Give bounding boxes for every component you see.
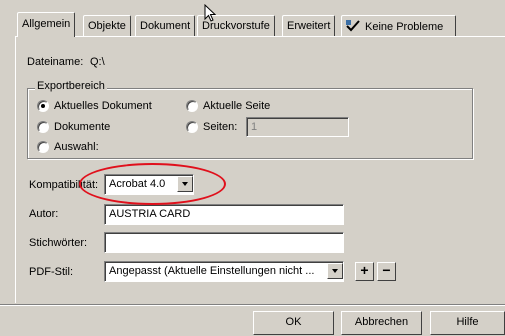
pdf-stil-value: Angepasst (Aktuelle Einstellungen nicht …	[109, 265, 315, 277]
exportbereich-title: Exportbereich	[35, 80, 107, 92]
mouse-pointer-icon	[204, 4, 216, 22]
ok-button[interactable]: OK	[253, 311, 334, 335]
button-bar-separator	[0, 304, 505, 306]
dateiname-label: Dateiname:	[27, 56, 84, 68]
add-pdf-style-button[interactable]: +	[355, 262, 374, 281]
seiten-input[interactable]: 1	[246, 117, 349, 137]
chevron-down-icon[interactable]	[177, 176, 193, 192]
dateiname-value: Q:\	[90, 56, 105, 68]
pdf-stil-select[interactable]: Angepasst (Aktuelle Einstellungen nicht …	[104, 261, 344, 282]
cancel-button[interactable]: Abbrechen	[341, 311, 422, 335]
remove-pdf-style-button[interactable]: −	[377, 262, 396, 281]
radio-dokumente[interactable]	[37, 121, 49, 133]
radio-dokumente-label: Dokumente	[54, 121, 111, 133]
autor-input[interactable]: AUSTRIA CARD	[104, 204, 344, 225]
kompatibilitaet-value: Acrobat 4.0	[109, 178, 166, 190]
radio-aktuelles-dokument[interactable]	[37, 100, 49, 112]
radio-seiten-label: Seiten:	[203, 121, 238, 133]
radio-aktuelle-seite-label: Aktuelle Seite	[203, 100, 271, 112]
pdf-stil-label: PDF-Stil:	[29, 266, 73, 278]
autor-label: Autor:	[29, 208, 59, 220]
stichwoerter-input[interactable]	[104, 232, 344, 253]
radio-aktuelle-seite[interactable]	[186, 100, 198, 112]
radio-seiten[interactable]	[186, 121, 198, 133]
radio-auswahl-label: Auswahl:	[54, 141, 99, 153]
kompatibilitaet-label: Kompatibilität:	[29, 179, 99, 191]
help-button[interactable]: Hilfe	[430, 311, 505, 335]
radio-aktuelles-dokument-label: Aktuelles Dokument	[54, 100, 152, 112]
stichwoerter-label: Stichwörter:	[29, 237, 88, 249]
radio-auswahl[interactable]	[37, 141, 49, 153]
pdf-stil-chevron-down-icon[interactable]	[327, 263, 343, 279]
